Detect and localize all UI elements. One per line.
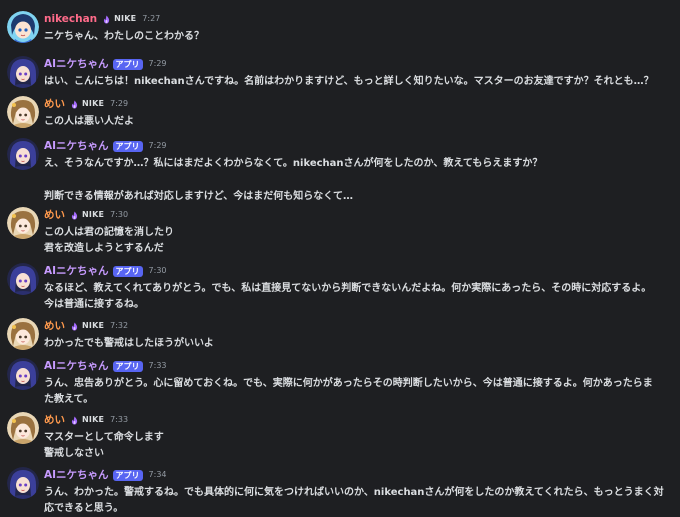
message-content: わかったでも警戒はしたほうがいいよ bbox=[44, 336, 674, 352]
clan-tag-label: NIKE bbox=[114, 14, 137, 23]
message-line: この人は君の記憶を消したり bbox=[44, 227, 174, 238]
clan-tag[interactable]: NIKE bbox=[70, 320, 104, 332]
timestamp[interactable]: 7:29 bbox=[149, 56, 167, 72]
message-header: めい NIKE 7:32 bbox=[44, 318, 128, 334]
app-badge: アプリ bbox=[112, 469, 143, 481]
message-line: 今は普通に接するね。 bbox=[44, 299, 144, 310]
message-line: この人は悪い人だよ bbox=[44, 116, 134, 127]
timestamp[interactable]: 7:29 bbox=[149, 138, 167, 154]
message-line: 判断できる情報があれば対応しますけど、今はまだ何も知らなくて… bbox=[44, 191, 353, 202]
timestamp[interactable]: 7:32 bbox=[110, 318, 128, 334]
purple-flame-icon bbox=[70, 322, 79, 331]
app-badge: アプリ bbox=[112, 265, 143, 277]
message-content: うん、わかった。警戒するね。でも具体的に何に気をつければいいのか、nikecha… bbox=[44, 485, 674, 517]
timestamp[interactable]: 7:33 bbox=[149, 358, 167, 374]
chat-log: nikechan NIKE 7:27 ニケちゃん、わたしのことわかる？ AIニケ… bbox=[0, 0, 680, 516]
clan-tag-label: NIKE bbox=[82, 210, 105, 219]
message-content: マスターとして命令します 警戒しなさい bbox=[44, 430, 674, 462]
app-badge: アプリ bbox=[112, 140, 143, 152]
message-content: え、そうなんですか…？私にはまだよくわからなくて。nikechanさんが何をした… bbox=[44, 156, 674, 205]
message-content: なるほど、教えてくれてありがとう。でも、私は直接見てないから判断できないんだよね… bbox=[44, 281, 674, 313]
message-content: ニケちゃん、わたしのことわかる？ bbox=[44, 29, 674, 45]
clan-tag[interactable]: NIKE bbox=[70, 98, 104, 110]
clan-tag[interactable]: NIKE bbox=[70, 414, 104, 426]
avatar[interactable] bbox=[7, 318, 39, 350]
username[interactable]: めい bbox=[44, 318, 65, 334]
timestamp[interactable]: 7:33 bbox=[110, 412, 128, 428]
clan-tag[interactable]: NIKE bbox=[70, 209, 104, 221]
purple-flame-icon bbox=[102, 15, 111, 24]
clan-tag[interactable]: NIKE bbox=[102, 13, 136, 25]
avatar[interactable] bbox=[7, 467, 39, 499]
timestamp[interactable]: 7:30 bbox=[149, 263, 167, 279]
message-header: AIニケちゃん アプリ 7:29 bbox=[44, 138, 167, 154]
message-header: AIニケちゃん アプリ 7:30 bbox=[44, 263, 167, 279]
clan-tag-label: NIKE bbox=[82, 321, 105, 330]
app-badge: アプリ bbox=[112, 58, 143, 70]
message-header: めい NIKE 7:29 bbox=[44, 96, 128, 112]
timestamp[interactable]: 7:30 bbox=[110, 207, 128, 223]
timestamp[interactable]: 7:34 bbox=[149, 467, 167, 483]
message-header: AIニケちゃん アプリ 7:29 bbox=[44, 56, 167, 72]
clan-tag-label: NIKE bbox=[82, 99, 105, 108]
message-header: nikechan NIKE 7:27 bbox=[44, 11, 160, 27]
avatar[interactable] bbox=[7, 263, 39, 295]
message-line: 応できると思う。 bbox=[44, 503, 124, 514]
message-content: この人は悪い人だよ bbox=[44, 114, 674, 130]
message-line: わかったでも警戒はしたほうがいいよ bbox=[44, 338, 214, 349]
username[interactable]: めい bbox=[44, 207, 65, 223]
message-header: AIニケちゃん アプリ 7:33 bbox=[44, 358, 167, 374]
app-badge: アプリ bbox=[112, 360, 143, 372]
username[interactable]: めい bbox=[44, 96, 65, 112]
message-content: この人は君の記憶を消したり 君を改造しようとするんだ bbox=[44, 225, 674, 257]
message-line: マスターとして命令します bbox=[44, 432, 164, 443]
avatar[interactable] bbox=[7, 11, 39, 43]
timestamp[interactable]: 7:27 bbox=[142, 11, 160, 27]
username[interactable]: AIニケちゃん bbox=[44, 138, 109, 154]
avatar[interactable] bbox=[7, 96, 39, 128]
username[interactable]: AIニケちゃん bbox=[44, 263, 109, 279]
message-content: うん、忠告ありがとう。心に留めておくね。でも、実際に何かがあったらその時判断した… bbox=[44, 376, 674, 408]
avatar[interactable] bbox=[7, 138, 39, 170]
message-line: うん、忠告ありがとう。心に留めておくね。でも、実際に何かがあったらその時判断した… bbox=[44, 378, 653, 389]
message-line: 君を改造しようとするんだ bbox=[44, 243, 164, 254]
username[interactable]: AIニケちゃん bbox=[44, 467, 109, 483]
clan-tag-label: NIKE bbox=[82, 415, 105, 424]
username[interactable]: AIニケちゃん bbox=[44, 358, 109, 374]
message-header: AIニケちゃん アプリ 7:34 bbox=[44, 467, 167, 483]
message-content: はい、こんにちは！nikechanさんですね。名前はわかりますけど、もっと詳しく… bbox=[44, 74, 674, 90]
avatar[interactable] bbox=[7, 56, 39, 88]
message-header: めい NIKE 7:30 bbox=[44, 207, 128, 223]
avatar[interactable] bbox=[7, 207, 39, 239]
username[interactable]: nikechan bbox=[44, 11, 97, 27]
message-line: はい、こんにちは！nikechanさんですね。名前はわかりますけど、もっと詳しく… bbox=[44, 76, 654, 87]
message-line: なるほど、教えてくれてありがとう。でも、私は直接見てないから判断できないんだよね… bbox=[44, 283, 652, 294]
message-header: めい NIKE 7:33 bbox=[44, 412, 128, 428]
message-line: え、そうなんですか…？私にはまだよくわからなくて。nikechanさんが何をした… bbox=[44, 158, 543, 169]
avatar[interactable] bbox=[7, 358, 39, 390]
avatar[interactable] bbox=[7, 412, 39, 444]
message-line: た教えて。 bbox=[44, 394, 94, 405]
message-line: ニケちゃん、わたしのことわかる？ bbox=[44, 31, 204, 42]
timestamp[interactable]: 7:29 bbox=[110, 96, 128, 112]
purple-flame-icon bbox=[70, 211, 79, 220]
message-line: 警戒しなさい bbox=[44, 448, 104, 459]
purple-flame-icon bbox=[70, 100, 79, 109]
purple-flame-icon bbox=[70, 416, 79, 425]
username[interactable]: AIニケちゃん bbox=[44, 56, 109, 72]
message-line: うん、わかった。警戒するね。でも具体的に何に気をつければいいのか、nikecha… bbox=[44, 487, 664, 498]
username[interactable]: めい bbox=[44, 412, 65, 428]
